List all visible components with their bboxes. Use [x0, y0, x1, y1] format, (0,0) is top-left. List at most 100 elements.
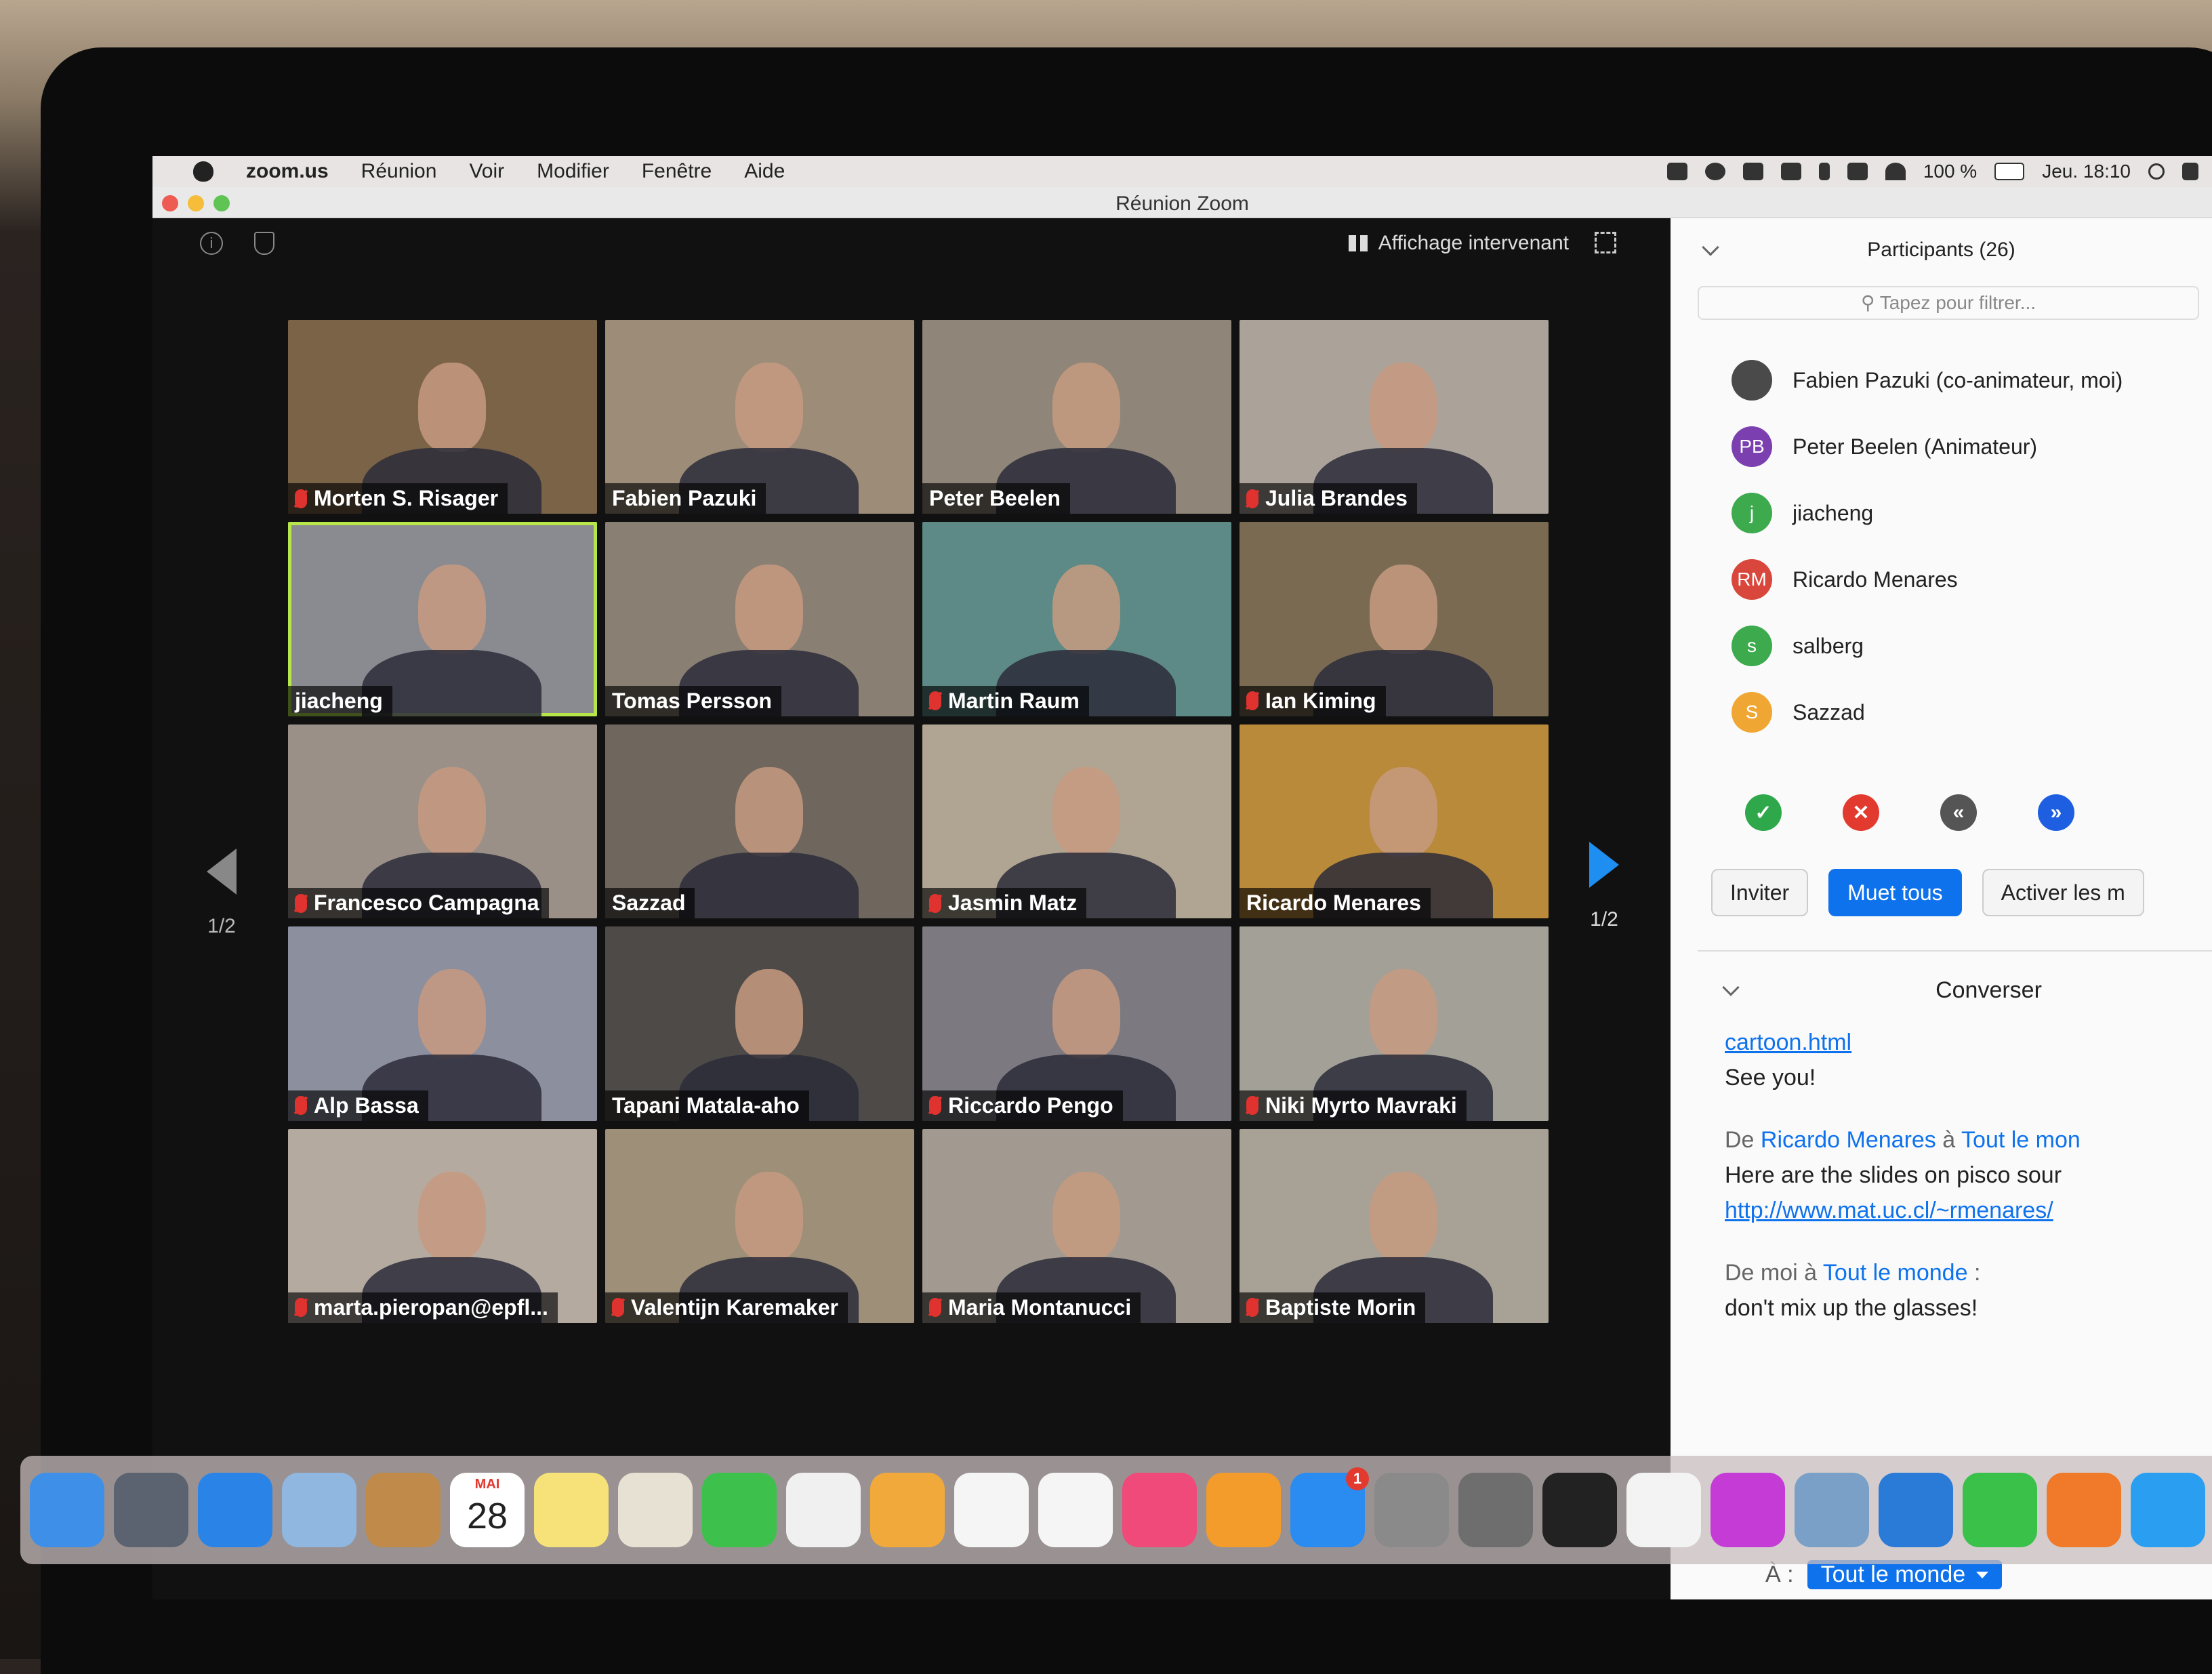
- dropbox-icon[interactable]: [1780, 163, 1801, 180]
- video-tile[interactable]: Julia Brandes: [1240, 320, 1549, 514]
- video-tile[interactable]: Jasmin Matz: [922, 724, 1231, 919]
- finder-icon[interactable]: [30, 1473, 104, 1547]
- appstore-icon[interactable]: 1: [1290, 1467, 1369, 1547]
- video-tile[interactable]: Francesco Campagna: [288, 724, 597, 919]
- calendar-icon[interactable]: MAI 28: [450, 1473, 525, 1547]
- video-tile[interactable]: Fabien Pazuki: [605, 320, 914, 514]
- video-tile[interactable]: Niki Myrto Mavraki: [1240, 926, 1549, 1121]
- speaker-view-label: Affichage intervenant: [1378, 232, 1569, 254]
- textedit-icon[interactable]: [1626, 1473, 1701, 1547]
- itunes-icon[interactable]: [1122, 1473, 1197, 1547]
- participant-item[interactable]: PB Peter Beelen (Animateur): [1732, 413, 2206, 480]
- contacts-icon[interactable]: [366, 1473, 441, 1547]
- menu-aide[interactable]: Aide: [744, 160, 785, 183]
- keynote-icon[interactable]: [1038, 1473, 1113, 1547]
- video-tile[interactable]: Tomas Persson: [605, 522, 914, 716]
- cloud-icon[interactable]: [1742, 163, 1763, 180]
- preview-icon[interactable]: [618, 1473, 693, 1547]
- books-icon[interactable]: [1206, 1473, 1281, 1547]
- security-shield-icon[interactable]: [254, 232, 274, 255]
- bluetooth-icon[interactable]: [1818, 163, 1830, 180]
- participant-name: Sazzad: [612, 891, 686, 916]
- video-tile[interactable]: Baptiste Morin: [1240, 1128, 1549, 1323]
- recipient-dropdown[interactable]: Tout le monde: [1807, 1560, 2003, 1589]
- checkmark-status-icon[interactable]: [1704, 163, 1725, 180]
- participant-item[interactable]: Fabien Pazuki (co-animateur, moi): [1732, 347, 2206, 413]
- system-preferences-icon[interactable]: [1374, 1473, 1449, 1547]
- terminal-icon[interactable]: [1542, 1473, 1617, 1547]
- menu-modifier[interactable]: Modifier: [537, 160, 609, 183]
- spotlight-icon[interactable]: [2148, 163, 2165, 180]
- battery-icon[interactable]: [1994, 163, 2025, 180]
- chat-recipient[interactable]: Tout le monde: [1823, 1260, 1968, 1286]
- chat-link-cartoon[interactable]: cartoon.html: [1725, 1025, 2212, 1060]
- no-icon[interactable]: ✕: [1843, 794, 1879, 831]
- testflight-icon[interactable]: [1879, 1473, 1953, 1547]
- participant-item[interactable]: s salberg: [1732, 613, 2206, 679]
- participant-item[interactable]: j jiacheng: [1732, 480, 2206, 546]
- video-tile[interactable]: Morten S. Risager: [288, 320, 597, 514]
- previous-page-button[interactable]: 1/2: [207, 849, 237, 938]
- participant-video: [1369, 363, 1437, 452]
- menu-voir[interactable]: Voir: [469, 160, 504, 183]
- mail-icon[interactable]: [282, 1473, 356, 1547]
- menu-fenetre[interactable]: Fenêtre: [642, 160, 712, 183]
- line-icon[interactable]: [1963, 1473, 2037, 1547]
- apple-icon[interactable]: [193, 161, 213, 182]
- slower-icon[interactable]: «: [1940, 794, 1977, 831]
- notification-center-icon[interactable]: [2182, 163, 2198, 180]
- chat-sender[interactable]: Ricardo Menares: [1761, 1127, 1936, 1153]
- video-tile[interactable]: jiacheng: [288, 522, 597, 716]
- wifi-icon[interactable]: [1885, 163, 1906, 180]
- pages-icon[interactable]: [870, 1473, 945, 1547]
- chat-link-slides[interactable]: http://www.mat.uc.cl/~rmenares/: [1725, 1193, 2212, 1228]
- participant-video: [1052, 767, 1120, 857]
- video-tile[interactable]: Peter Beelen: [922, 320, 1231, 514]
- launchpad-icon[interactable]: [114, 1473, 188, 1547]
- participant-item[interactable]: RM Ricardo Menares: [1732, 546, 2206, 613]
- skype-icon[interactable]: [2131, 1473, 2205, 1547]
- video-tile[interactable]: Sazzad: [605, 724, 914, 919]
- unmute-all-button[interactable]: Activer les m: [1982, 869, 2144, 916]
- app-menu[interactable]: zoom.us: [246, 160, 329, 183]
- numbers-icon[interactable]: [954, 1473, 1029, 1547]
- facetime-icon[interactable]: [702, 1473, 777, 1547]
- avatar: s: [1732, 626, 1772, 666]
- info-icon[interactable]: i: [200, 232, 223, 255]
- fullscreen-icon[interactable]: [1595, 232, 1616, 253]
- image-capture-icon[interactable]: [1795, 1473, 1869, 1547]
- menu-reunion[interactable]: Réunion: [361, 160, 437, 183]
- yes-icon[interactable]: ✓: [1745, 794, 1782, 831]
- video-tile[interactable]: Martin Raum: [922, 522, 1231, 716]
- firefox-icon[interactable]: [2047, 1473, 2121, 1547]
- participant-name-label: Baptiste Morin: [1240, 1292, 1426, 1323]
- video-tile[interactable]: Riccardo Pengo: [922, 926, 1231, 1121]
- video-tile[interactable]: Tapani Matala-aho: [605, 926, 914, 1121]
- video-tile[interactable]: Ian Kiming: [1240, 522, 1549, 716]
- zoom-status-icon[interactable]: [1666, 163, 1687, 180]
- participant-item[interactable]: S Sazzad: [1732, 679, 2206, 746]
- participant-name: Jasmin Matz: [948, 891, 1078, 916]
- invite-button[interactable]: Inviter: [1711, 869, 1809, 916]
- next-page-button[interactable]: 1/2: [1589, 842, 1619, 931]
- participant-filter-input[interactable]: ⚲ Tapez pour filtrer...: [1698, 286, 2199, 320]
- speaker-view-button[interactable]: Affichage intervenant: [1348, 232, 1569, 255]
- photos-icon[interactable]: [786, 1473, 861, 1547]
- safari-icon[interactable]: [198, 1473, 272, 1547]
- video-tile[interactable]: Ricardo Menares: [1240, 724, 1549, 919]
- muted-mic-icon: [929, 1298, 941, 1318]
- video-tile[interactable]: Maria Montanucci: [922, 1128, 1231, 1323]
- notes-icon[interactable]: [534, 1473, 609, 1547]
- video-tile[interactable]: Valentijn Karemaker: [605, 1128, 914, 1323]
- volume-icon[interactable]: [1847, 163, 1868, 180]
- tex-icon[interactable]: [1458, 1473, 1533, 1547]
- chat-recipient[interactable]: Tout le mon: [1961, 1127, 2081, 1153]
- video-tile[interactable]: marta.pieropan@epfl...: [288, 1128, 597, 1323]
- clock[interactable]: Jeu. 18:10: [2042, 161, 2131, 182]
- video-tile[interactable]: Alp Bassa: [288, 926, 597, 1121]
- faster-icon[interactable]: »: [2038, 794, 2074, 831]
- participant-name: Tomas Persson: [612, 688, 772, 713]
- mute-all-button[interactable]: Muet tous: [1828, 869, 1962, 916]
- participant-name: Tapani Matala-aho: [612, 1093, 800, 1118]
- flower-app-icon[interactable]: [1711, 1473, 1785, 1547]
